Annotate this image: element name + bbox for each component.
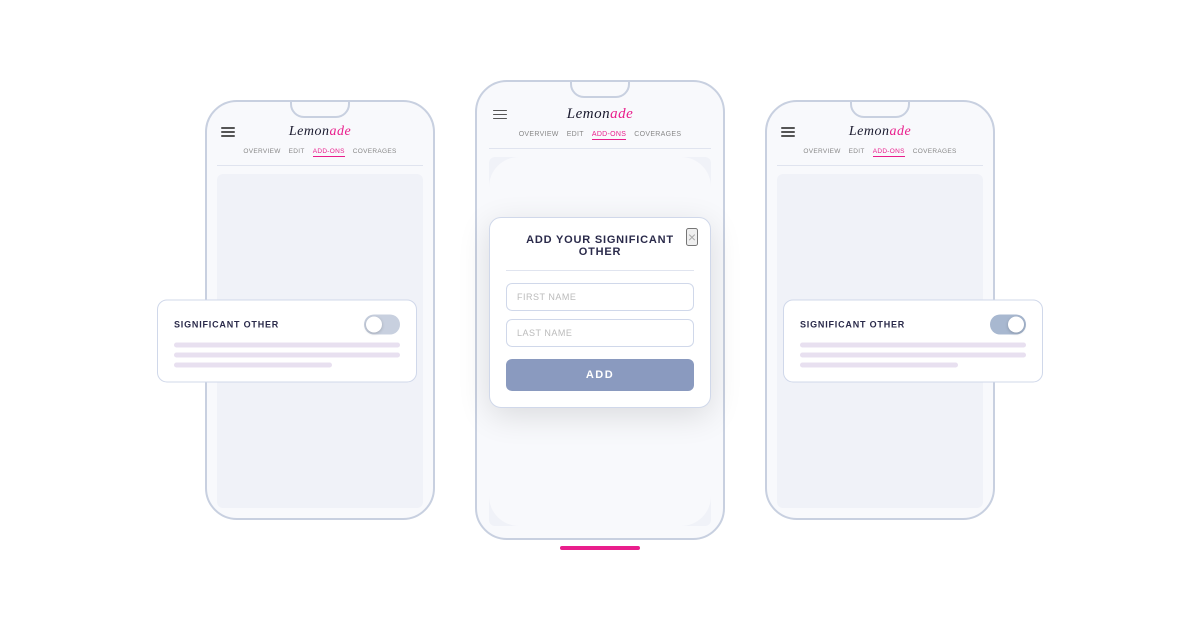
so-card-line2-right xyxy=(800,353,1026,358)
nav-overview-right[interactable]: OVERVIEW xyxy=(803,148,840,157)
nav-edit-center[interactable]: EDIT xyxy=(567,131,584,140)
logo-left: Lemonade xyxy=(289,124,351,140)
phone-notch-left xyxy=(290,100,350,118)
so-card-title-right: SIGNIFICANT OTHER xyxy=(800,320,905,330)
scene: Lemonade OVERVIEW EDIT ADD-ONS COVERAGES… xyxy=(0,40,1200,580)
toggle-knob-right xyxy=(1008,317,1024,333)
toggle-right[interactable] xyxy=(990,315,1026,335)
phone-content-right: SIGNIFICANT OTHER xyxy=(777,174,983,508)
toggle-knob-left xyxy=(366,317,382,333)
phone-nav-right: OVERVIEW EDIT ADD-ONS COVERAGES xyxy=(777,146,983,166)
bottom-indicator xyxy=(560,546,640,550)
so-card-line1-left xyxy=(174,343,400,348)
nav-edit-left[interactable]: EDIT xyxy=(289,148,305,157)
menu-icon-center[interactable] xyxy=(493,110,507,120)
phone-content-center: × ADD YOUR SIGNIFICANT OTHER ADD xyxy=(489,157,711,526)
last-name-input[interactable] xyxy=(506,319,694,347)
so-card-title-left: SIGNIFICANT OTHER xyxy=(174,320,279,330)
so-card-line3-right xyxy=(800,363,958,368)
add-button[interactable]: ADD xyxy=(506,359,694,391)
nav-addons-left[interactable]: ADD-ONS xyxy=(313,148,345,157)
so-card-line2-left xyxy=(174,353,400,358)
phone-content-left: SIGNIFICANT OTHER xyxy=(217,174,423,508)
nav-coverages-left[interactable]: COVERAGES xyxy=(353,148,397,157)
modal-title: ADD YOUR SIGNIFICANT OTHER xyxy=(506,234,694,258)
modal: × ADD YOUR SIGNIFICANT OTHER ADD xyxy=(489,217,711,408)
nav-edit-right[interactable]: EDIT xyxy=(849,148,865,157)
logo-text-left: Lemonade xyxy=(289,124,351,139)
so-card-line3-left xyxy=(174,363,332,368)
phone-right: Lemonade OVERVIEW EDIT ADD-ONS COVERAGES… xyxy=(765,100,995,520)
phone-center: Lemonade OVERVIEW EDIT ADD-ONS COVERAGES… xyxy=(475,80,725,540)
nav-overview-center[interactable]: OVERVIEW xyxy=(519,131,559,140)
menu-icon-left[interactable] xyxy=(221,127,235,137)
nav-addons-right[interactable]: ADD-ONS xyxy=(873,148,905,157)
toggle-left[interactable] xyxy=(364,315,400,335)
logo-right: Lemonade xyxy=(849,124,911,140)
modal-overlay: × ADD YOUR SIGNIFICANT OTHER ADD xyxy=(489,157,711,526)
modal-date-line xyxy=(506,270,694,271)
phone-notch-right xyxy=(850,100,910,118)
modal-close-button[interactable]: × xyxy=(686,228,698,246)
phone-nav-left: OVERVIEW EDIT ADD-ONS COVERAGES xyxy=(217,146,423,166)
menu-icon-right[interactable] xyxy=(781,127,795,137)
phone-nav-center: OVERVIEW EDIT ADD-ONS COVERAGES xyxy=(489,129,711,149)
so-card-line1-right xyxy=(800,343,1026,348)
logo-center: Lemonade xyxy=(567,106,634,123)
nav-coverages-right[interactable]: COVERAGES xyxy=(913,148,957,157)
phone-left: Lemonade OVERVIEW EDIT ADD-ONS COVERAGES… xyxy=(205,100,435,520)
nav-coverages-center[interactable]: COVERAGES xyxy=(634,131,681,140)
first-name-input[interactable] xyxy=(506,283,694,311)
so-card-left: SIGNIFICANT OTHER xyxy=(157,300,417,383)
so-card-right: SIGNIFICANT OTHER xyxy=(783,300,1043,383)
nav-overview-left[interactable]: OVERVIEW xyxy=(243,148,280,157)
nav-addons-center[interactable]: ADD-ONS xyxy=(592,131,626,140)
phone-notch-center xyxy=(570,80,630,98)
